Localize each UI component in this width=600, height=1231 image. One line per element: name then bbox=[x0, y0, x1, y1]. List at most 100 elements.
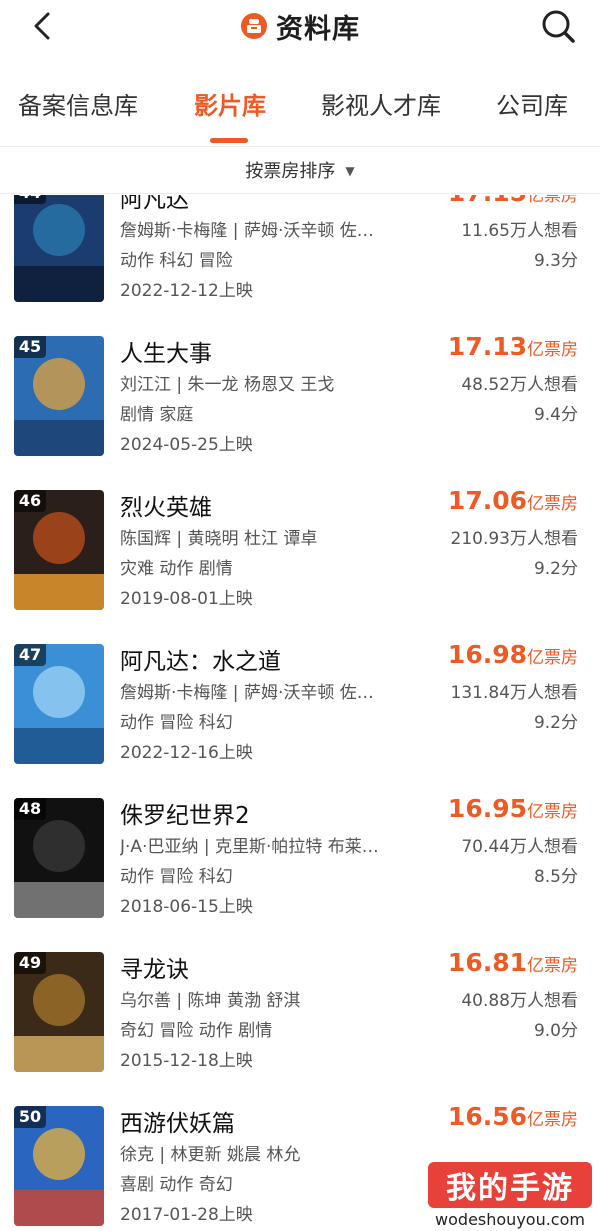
watermark: 我的手游 wodeshouyou.com bbox=[426, 1160, 594, 1231]
movie-poster[interactable]: 49 bbox=[14, 952, 104, 1072]
movie-title: 寻龙诀 bbox=[120, 957, 189, 983]
movie-row[interactable]: 47 阿凡达：水之道 詹姆斯·卡梅隆 | 萨姆·沃辛顿 佐… 动作 冒险 科幻 … bbox=[0, 622, 600, 776]
movie-row[interactable]: 44 阿凡达 詹姆斯·卡梅隆 | 萨姆·沃辛顿 佐… 动作 科幻 冒险 2022… bbox=[0, 195, 600, 314]
movie-poster[interactable]: 45 bbox=[14, 336, 104, 456]
top-bar: 资料库 bbox=[0, 0, 600, 56]
movie-title: 人生大事 bbox=[120, 341, 212, 367]
want-to-watch-count: 40.88万人想看 bbox=[461, 991, 578, 1011]
movie-title: 阿凡达 bbox=[120, 195, 189, 213]
movie-cast: 詹姆斯·卡梅隆 | 萨姆·沃辛顿 佐… bbox=[120, 221, 374, 241]
movie-row[interactable]: 45 人生大事 刘江江 | 朱一龙 杨恩又 王戈 剧情 家庭 2024-05-2… bbox=[0, 314, 600, 468]
movie-poster[interactable]: 46 bbox=[14, 490, 104, 610]
movie-score: 9.0分 bbox=[533, 1021, 578, 1041]
rank-badge: 48 bbox=[14, 798, 46, 820]
movie-genres: 动作 科幻 冒险 bbox=[120, 251, 233, 271]
movie-score: 9.3分 bbox=[533, 251, 578, 271]
box-office: 16.98亿票房 bbox=[448, 640, 578, 669]
movie-cast: 詹姆斯·卡梅隆 | 萨姆·沃辛顿 佐… bbox=[120, 683, 374, 703]
box-office: 16.95亿票房 bbox=[448, 794, 578, 823]
page-title: 资料库 bbox=[276, 13, 360, 45]
box-office-unit: 亿票房 bbox=[527, 956, 578, 976]
box-office-unit: 亿票房 bbox=[527, 195, 578, 206]
box-office: 17.13亿票房 bbox=[448, 332, 578, 361]
box-office-unit: 亿票房 bbox=[527, 802, 578, 822]
movie-score: 9.2分 bbox=[533, 559, 578, 579]
box-office-value: 16.98 bbox=[447, 640, 527, 669]
want-to-watch-count: 210.93万人想看 bbox=[450, 529, 578, 549]
movie-release-date: 2017-01-28上映 bbox=[120, 1205, 253, 1225]
movie-score: 9.2分 bbox=[533, 713, 578, 733]
sort-label: 按票房排序 bbox=[245, 161, 336, 182]
box-office-value: 16.56 bbox=[447, 1102, 527, 1131]
movie-poster[interactable]: 44 bbox=[14, 195, 104, 302]
box-office-value: 17.06 bbox=[447, 486, 527, 515]
rank-badge: 49 bbox=[14, 952, 46, 974]
box-office-value: 16.81 bbox=[447, 948, 527, 977]
sort-dropdown[interactable]: 按票房排序 ▼ bbox=[0, 146, 600, 194]
movie-title: 阿凡达：水之道 bbox=[120, 649, 281, 675]
search-button[interactable] bbox=[538, 6, 578, 46]
movie-genres: 灾难 动作 剧情 bbox=[120, 559, 233, 579]
active-tab-indicator bbox=[210, 138, 248, 143]
box-office-value: 17.15 bbox=[448, 195, 527, 207]
box-office-unit: 亿票房 bbox=[527, 648, 578, 668]
movie-row[interactable]: 46 烈火英雄 陈国辉 | 黄晓明 杜江 谭卓 灾难 动作 剧情 2019-08… bbox=[0, 468, 600, 622]
movie-cast: 徐克 | 林更新 姚晨 林允 bbox=[120, 1145, 301, 1165]
box-office-value: 16.95 bbox=[447, 794, 527, 823]
movie-release-date: 2015-12-18上映 bbox=[120, 1051, 253, 1071]
rank-badge: 47 bbox=[14, 644, 46, 666]
movie-score: 8.5分 bbox=[533, 867, 578, 887]
rank-badge: 50 bbox=[14, 1106, 46, 1128]
caret-down-icon: ▼ bbox=[345, 164, 355, 178]
want-to-watch-count: 131.84万人想看 bbox=[450, 683, 578, 703]
movie-release-date: 2022-12-16上映 bbox=[120, 743, 253, 763]
movie-poster[interactable]: 48 bbox=[14, 798, 104, 918]
category-tabs: 备案信息库 影片库 影视人才库 公司库 bbox=[0, 76, 600, 143]
poster-image bbox=[14, 195, 104, 302]
watermark-text: 我的手游 bbox=[446, 1171, 574, 1206]
box-office-unit: 亿票房 bbox=[527, 1110, 578, 1130]
page-title-group: 资料库 bbox=[0, 8, 600, 45]
movie-genres: 剧情 家庭 bbox=[120, 405, 194, 425]
movie-poster[interactable]: 50 bbox=[14, 1106, 104, 1226]
watermark-logo: 我的手游 bbox=[428, 1162, 592, 1208]
movie-genres: 动作 冒险 科幻 bbox=[120, 713, 233, 733]
box-office: 17.06亿票房 bbox=[448, 486, 578, 515]
movie-cast: J·A·巴亚纳 | 克里斯·帕拉特 布莱… bbox=[120, 837, 379, 857]
want-to-watch-count: 11.65万人想看 bbox=[461, 221, 578, 241]
movie-title: 烈火英雄 bbox=[120, 495, 212, 521]
tab-movies[interactable]: 影片库 bbox=[194, 86, 266, 121]
want-to-watch-count: 70.44万人想看 bbox=[461, 837, 578, 857]
rank-badge: 46 bbox=[14, 490, 46, 512]
box-office-unit: 亿票房 bbox=[527, 340, 578, 360]
tab-companies[interactable]: 公司库 bbox=[496, 86, 568, 121]
box-office: 16.56亿票房 bbox=[448, 1102, 578, 1131]
movie-title: 西游伏妖篇 bbox=[120, 1111, 235, 1137]
library-icon bbox=[241, 13, 267, 39]
movie-cast: 陈国辉 | 黄晓明 杜江 谭卓 bbox=[120, 529, 318, 549]
watermark-url: wodeshouyou.com bbox=[435, 1210, 585, 1229]
box-office: 16.81亿票房 bbox=[448, 948, 578, 977]
movie-score: 9.4分 bbox=[533, 405, 578, 425]
movie-genres: 奇幻 冒险 动作 剧情 bbox=[120, 1021, 273, 1041]
movie-release-date: 2022-12-12上映 bbox=[120, 281, 253, 301]
tab-talent[interactable]: 影视人才库 bbox=[321, 86, 441, 121]
movie-release-date: 2018-06-15上映 bbox=[120, 897, 253, 917]
box-office: 17.15亿票房 bbox=[448, 195, 578, 207]
movie-genres: 喜剧 动作 奇幻 bbox=[120, 1175, 233, 1195]
movie-release-date: 2024-05-25上映 bbox=[120, 435, 253, 455]
movie-poster[interactable]: 47 bbox=[14, 644, 104, 764]
rank-badge: 45 bbox=[14, 336, 46, 358]
movie-title: 侏罗纪世界2 bbox=[120, 803, 250, 829]
movie-list[interactable]: 44 阿凡达 詹姆斯·卡梅隆 | 萨姆·沃辛顿 佐… 动作 科幻 冒险 2022… bbox=[0, 195, 600, 1231]
movie-row[interactable]: 48 侏罗纪世界2 J·A·巴亚纳 | 克里斯·帕拉特 布莱… 动作 冒险 科幻… bbox=[0, 776, 600, 930]
box-office-value: 17.13 bbox=[447, 332, 527, 361]
tab-filing-info[interactable]: 备案信息库 bbox=[18, 86, 138, 121]
movie-row[interactable]: 49 寻龙诀 乌尔善 | 陈坤 黄渤 舒淇 奇幻 冒险 动作 剧情 2015-1… bbox=[0, 930, 600, 1084]
movie-cast: 乌尔善 | 陈坤 黄渤 舒淇 bbox=[120, 991, 301, 1011]
movie-cast: 刘江江 | 朱一龙 杨恩又 王戈 bbox=[120, 375, 335, 395]
box-office-unit: 亿票房 bbox=[527, 494, 578, 514]
rank-badge: 44 bbox=[14, 195, 46, 204]
movie-release-date: 2019-08-01上映 bbox=[120, 589, 253, 609]
want-to-watch-count: 48.52万人想看 bbox=[461, 375, 578, 395]
